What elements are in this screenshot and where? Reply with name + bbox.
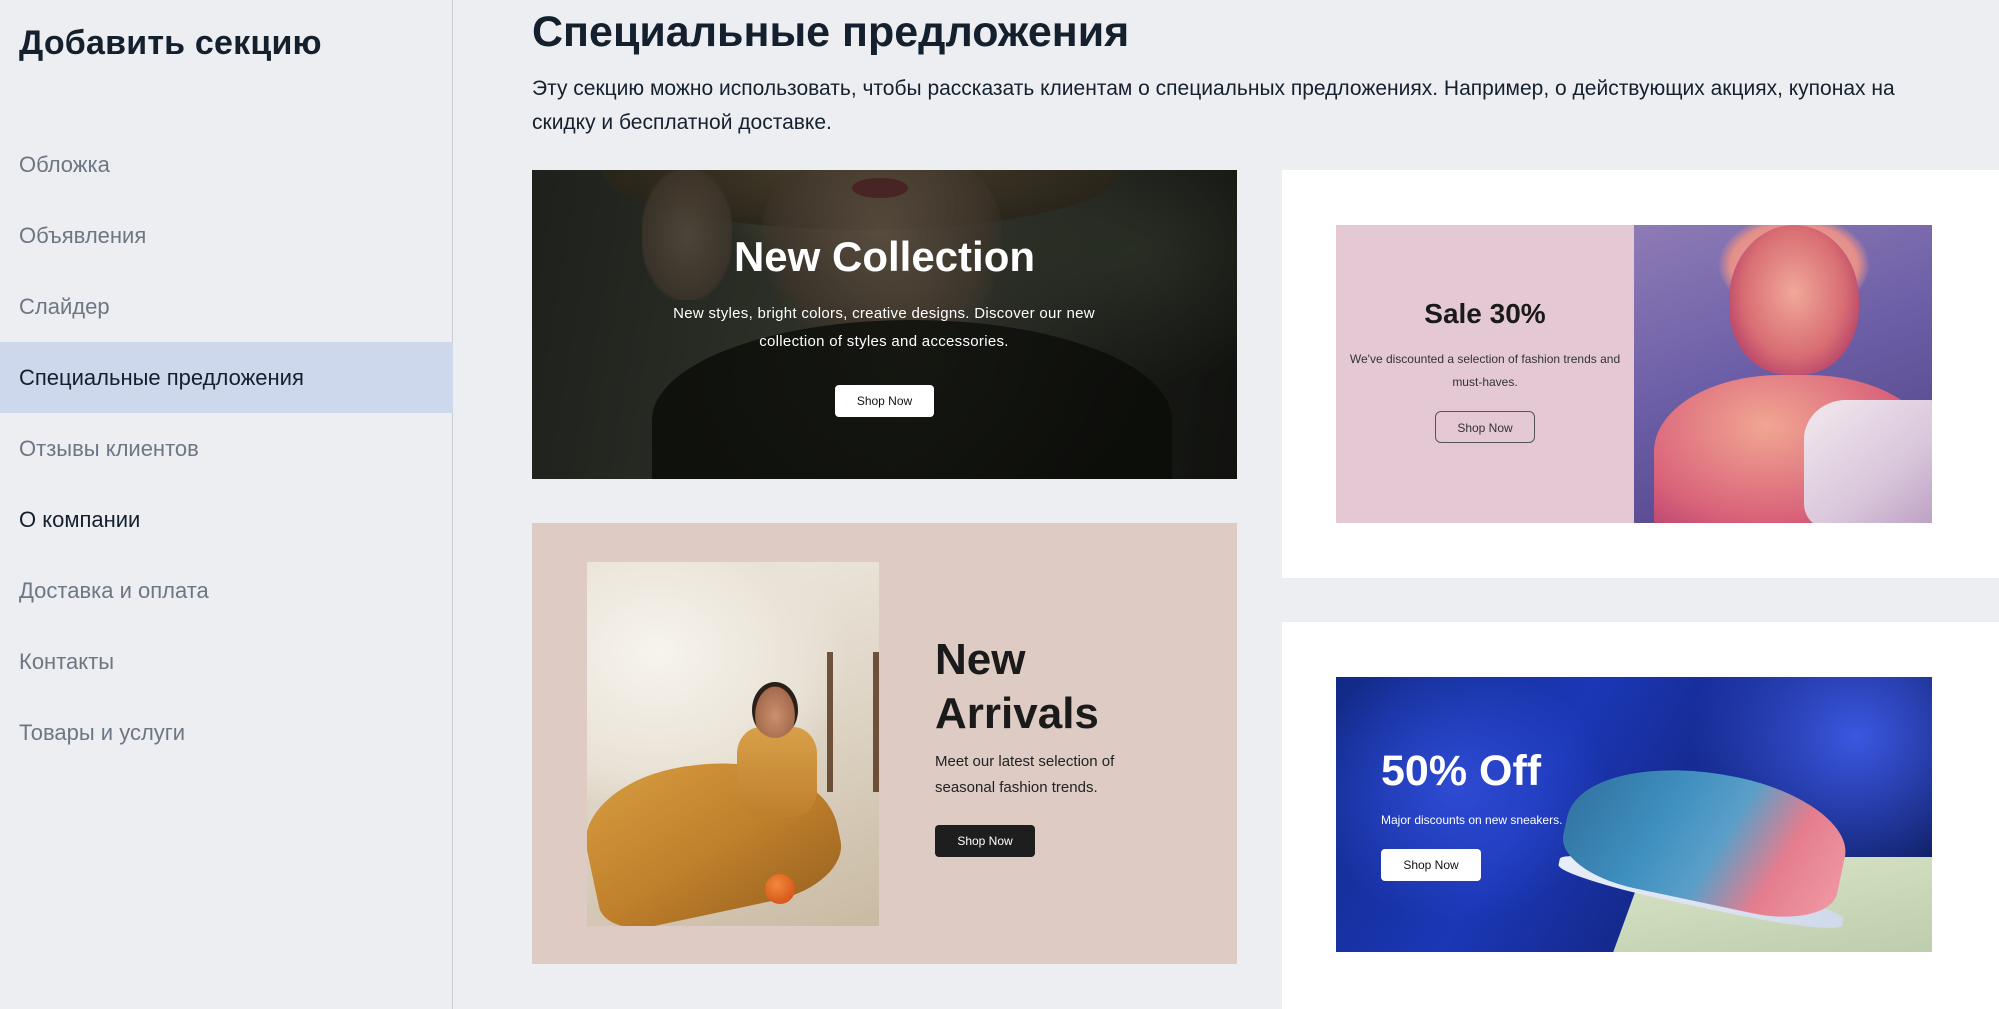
head-image bbox=[752, 682, 798, 738]
shop-now-button[interactable]: Shop Now bbox=[1381, 849, 1481, 881]
card-text: We've discounted a selection of fashion … bbox=[1349, 352, 1621, 389]
sale-photo bbox=[1634, 225, 1932, 523]
section-list: Обложка Объявления Слайдер Специальные п… bbox=[0, 129, 453, 768]
template-card-sneakers[interactable]: 50% Off Major discounts on new sneakers.… bbox=[1282, 622, 1999, 1009]
card-text: Meet our latest selection of seasonal fa… bbox=[935, 753, 1115, 796]
card-headline: New Arrivals bbox=[935, 635, 1099, 738]
card-headline: 50% Off bbox=[1381, 747, 1542, 795]
card-text: New styles, bright colors, creative desi… bbox=[673, 305, 1095, 350]
orange-image bbox=[765, 874, 795, 904]
sneaker-photo: 50% Off Major discounts on new sneakers.… bbox=[1336, 677, 1932, 952]
shirt-image bbox=[1804, 400, 1932, 523]
shop-now-button[interactable]: Shop Now bbox=[835, 385, 934, 417]
card-headline: New Collection bbox=[733, 233, 1036, 280]
sidebar-item-delivery[interactable]: Доставка и оплата bbox=[0, 555, 453, 626]
main-content: Специальные предложения Эту секцию можно… bbox=[532, 0, 1999, 1009]
sidebar: Добавить секцию Обложка Объявления Слайд… bbox=[0, 0, 453, 1009]
card-headline: Sale 30% bbox=[1424, 298, 1546, 329]
sidebar-item-contacts[interactable]: Контакты bbox=[0, 626, 453, 697]
sidebar-item-announcements[interactable]: Объявления bbox=[0, 200, 453, 271]
template-card-sale[interactable]: Sale 30% We've discounted a selection of… bbox=[1282, 170, 1999, 578]
sidebar-item-about[interactable]: О компании bbox=[0, 484, 453, 555]
head-image bbox=[1729, 225, 1859, 375]
page-description: Эту секцию можно использовать, чтобы рас… bbox=[532, 77, 1895, 134]
torso-image bbox=[737, 727, 817, 817]
template-card-new-collection[interactable]: New Collection New styles, bright colors… bbox=[532, 170, 1237, 479]
page-title: Специальные предложения bbox=[532, 8, 1130, 56]
sidebar-title: Добавить секцию bbox=[19, 24, 322, 62]
sidebar-item-products[interactable]: Товары и услуги bbox=[0, 697, 453, 768]
sidebar-item-cover[interactable]: Обложка bbox=[0, 129, 453, 200]
shop-now-button[interactable]: Shop Now bbox=[935, 825, 1035, 857]
shop-now-button[interactable]: Shop Now bbox=[1435, 411, 1535, 443]
card-text: Major discounts on new sneakers. bbox=[1381, 813, 1563, 827]
sidebar-item-slider[interactable]: Слайдер bbox=[0, 271, 453, 342]
sidebar-item-reviews[interactable]: Отзывы клиентов bbox=[0, 413, 453, 484]
chair-image bbox=[827, 652, 879, 792]
arrivals-photo bbox=[587, 562, 879, 926]
sneaker-image bbox=[1555, 744, 1857, 930]
template-card-new-arrivals[interactable]: New Arrivals Meet our latest selection o… bbox=[532, 523, 1237, 964]
sidebar-item-special-offers[interactable]: Специальные предложения bbox=[0, 342, 453, 413]
